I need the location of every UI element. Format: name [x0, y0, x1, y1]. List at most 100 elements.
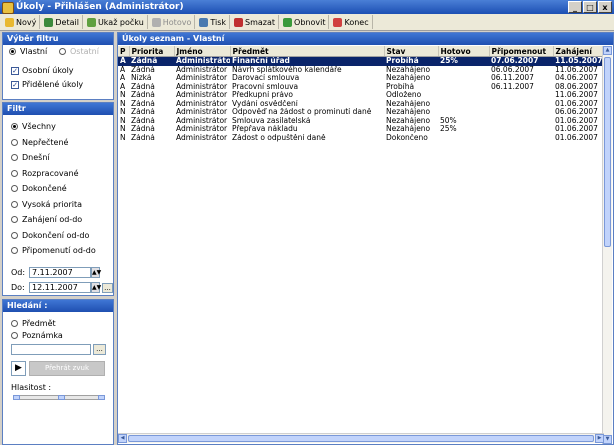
table-cell: Administrátor [174, 56, 230, 66]
filter-option[interactable]: Nepřečtené [11, 138, 68, 147]
table-row[interactable]: A Žádná Administrátor Návrh splátkového kal… [118, 66, 604, 75]
table-cell [489, 100, 553, 109]
toolbar-button-2[interactable]: Ukaž počku [84, 15, 148, 29]
from-date-spin-button[interactable]: ▲▼ [91, 267, 101, 278]
table-cell: Nezahájeno [386, 74, 431, 83]
table-row[interactable]: A Žádná Administrátor Pracovní smlouva Probí… [118, 83, 604, 92]
to-date-spin-button[interactable]: ▲▼ [91, 282, 101, 293]
task-table: P Priorita Jméno Předmět Stav Hotovo Připomeno… [118, 46, 605, 142]
vertical-scroll-thumb[interactable] [604, 57, 611, 247]
search-browse-button[interactable]: ... [93, 344, 106, 355]
table-cell: 01.06.2007 [555, 99, 598, 108]
table-row[interactable]: N Žádná Administrátor Předkupní právo Odlože… [118, 91, 604, 100]
table-row[interactable]: A Žádná Administrátor Finanční úřad Probíhá 2… [118, 56, 604, 66]
toolbar-button-0[interactable]: Nový [2, 15, 41, 29]
mode-other-option[interactable]: Ostatní [59, 47, 99, 56]
search-subject-option[interactable]: Předmět [11, 319, 56, 328]
table-row[interactable]: N Žádná Administrátor Odpověď na žádost o p… [118, 108, 604, 117]
play-icon: ▶ [15, 363, 22, 373]
date-picker-button[interactable]: ... [102, 283, 113, 293]
filter-option[interactable]: Připomenutí od-do [11, 246, 96, 255]
from-date-input[interactable]: 7.11.2007 [29, 267, 91, 278]
play-sound-button[interactable]: Přehrát zvuk [29, 361, 105, 376]
minimize-button[interactable]: _ [568, 1, 582, 13]
toolbar-button-4[interactable]: Tisk [196, 15, 231, 29]
horizontal-scroll-thumb[interactable] [128, 435, 594, 442]
toolbar-button-7[interactable]: Konec [330, 15, 373, 29]
table-cell: A [120, 82, 126, 91]
close-button[interactable]: x [598, 1, 612, 13]
horizontal-scrollbar[interactable]: ◀ ▶ [118, 433, 604, 443]
radio-off-icon [11, 216, 18, 223]
table-cell [438, 83, 489, 92]
volume-slider-thumb[interactable] [58, 395, 65, 400]
toolbar-button-5[interactable]: Smazat [231, 15, 280, 29]
scroll-down-icon[interactable]: ▼ [603, 435, 612, 444]
filter-selection-panel: Výběr filtru Vlastní Ostatní ✓ Osobní úk… [2, 32, 114, 100]
checkmark-icon: ✓ [11, 66, 19, 75]
volume-slider-left-arrow[interactable] [13, 395, 20, 400]
search-panel: Hledání : Předmět Poznámka ... ▶ Přehrát… [2, 299, 114, 445]
column-header[interactable]: Jméno [174, 46, 231, 57]
table-cell: Žádná [129, 56, 174, 66]
column-header[interactable]: Připomenout [489, 46, 554, 57]
filter-option[interactable]: Dokončené [11, 184, 67, 193]
vertical-scrollbar[interactable]: ▲ ▼ [602, 46, 612, 444]
column-header[interactable]: Priorita [129, 46, 175, 57]
table-cell: Administrátor [176, 99, 228, 108]
table-cell [438, 134, 489, 143]
to-date-input[interactable]: 12.11.2007 [29, 282, 91, 293]
filter-option[interactable]: Vysoká priorita [11, 200, 82, 209]
scroll-up-icon[interactable]: ▲ [603, 46, 612, 55]
table-cell: 50% [440, 116, 457, 125]
maximize-button[interactable]: □ [583, 1, 597, 13]
play-button[interactable]: ▶ [11, 361, 26, 376]
table-cell [489, 125, 553, 134]
done-icon [151, 17, 161, 27]
filter-option[interactable]: Všechny [11, 122, 56, 131]
table-row[interactable]: A Nízká Administrátor Darovací smlouva Nezah… [118, 74, 604, 83]
filter-option[interactable]: Rozpracované [11, 169, 78, 178]
filter-option[interactable]: Dokončení od-do [11, 231, 89, 240]
scroll-left-icon[interactable]: ◀ [118, 434, 127, 443]
column-header[interactable]: Předmět [230, 46, 385, 57]
scroll-right-icon[interactable]: ▶ [595, 434, 604, 443]
filter-title: Filtr [3, 103, 113, 115]
mode-own-option[interactable]: Vlastní [9, 47, 47, 56]
filter-selection-title: Výběr filtru [3, 33, 113, 45]
table-cell: Dokončeno [386, 133, 428, 142]
table-row[interactable]: N Žádná Administrátor Smlouva zasílatelská N… [118, 117, 604, 126]
radio-off-icon [11, 332, 18, 339]
column-header[interactable]: Zahájení [553, 46, 605, 57]
search-note-option[interactable]: Poznámka [11, 331, 63, 340]
personal-tasks-checkbox[interactable]: ✓ Osobní úkoly [11, 66, 74, 75]
column-header[interactable]: Stav [384, 46, 439, 57]
volume-slider-right-arrow[interactable] [98, 395, 105, 400]
table-cell: Smlouva zasílatelská [232, 116, 311, 125]
toolbar-button-3[interactable]: Hotovo [149, 15, 196, 29]
column-header[interactable]: Hotovo [438, 46, 490, 57]
filter-option[interactable]: Dnešní [11, 153, 50, 162]
volume-slider[interactable] [13, 395, 105, 400]
column-header[interactable]: P [118, 46, 130, 57]
search-input[interactable] [11, 344, 91, 355]
table-cell [489, 117, 553, 126]
table-cell: Administrátor [176, 108, 228, 117]
radio-off-icon [11, 154, 18, 161]
table-cell [438, 100, 489, 109]
task-list-panel: Úkoly seznam - Vlastní P Priorita Jméno Pře… [117, 32, 614, 445]
assigned-tasks-checkbox[interactable]: ✓ Přidělené úkoly [11, 80, 83, 89]
table-row[interactable]: N Žádná Administrátor Žádost o odpuštění da… [118, 134, 604, 143]
table-cell: A [120, 74, 126, 83]
toolbar-button-6[interactable]: Obnovit [280, 15, 330, 29]
table-cell: Žádost o odpuštění daně [232, 133, 326, 142]
table-row[interactable]: N Žádná Administrátor Vydání osvědčení Nezah… [118, 100, 604, 109]
table-cell: Žádná [131, 91, 155, 100]
table-cell: Žádná [131, 99, 155, 108]
table-cell: Žádná [131, 125, 155, 134]
table-row[interactable]: N Žádná Administrátor Přepřava nákladu Nezah… [118, 125, 604, 134]
filter-option[interactable]: Zahájení od-do [11, 215, 82, 224]
table-cell: Probíhá [384, 56, 438, 66]
table-cell: N [120, 125, 126, 134]
toolbar-button-1[interactable]: Detail [41, 15, 83, 29]
